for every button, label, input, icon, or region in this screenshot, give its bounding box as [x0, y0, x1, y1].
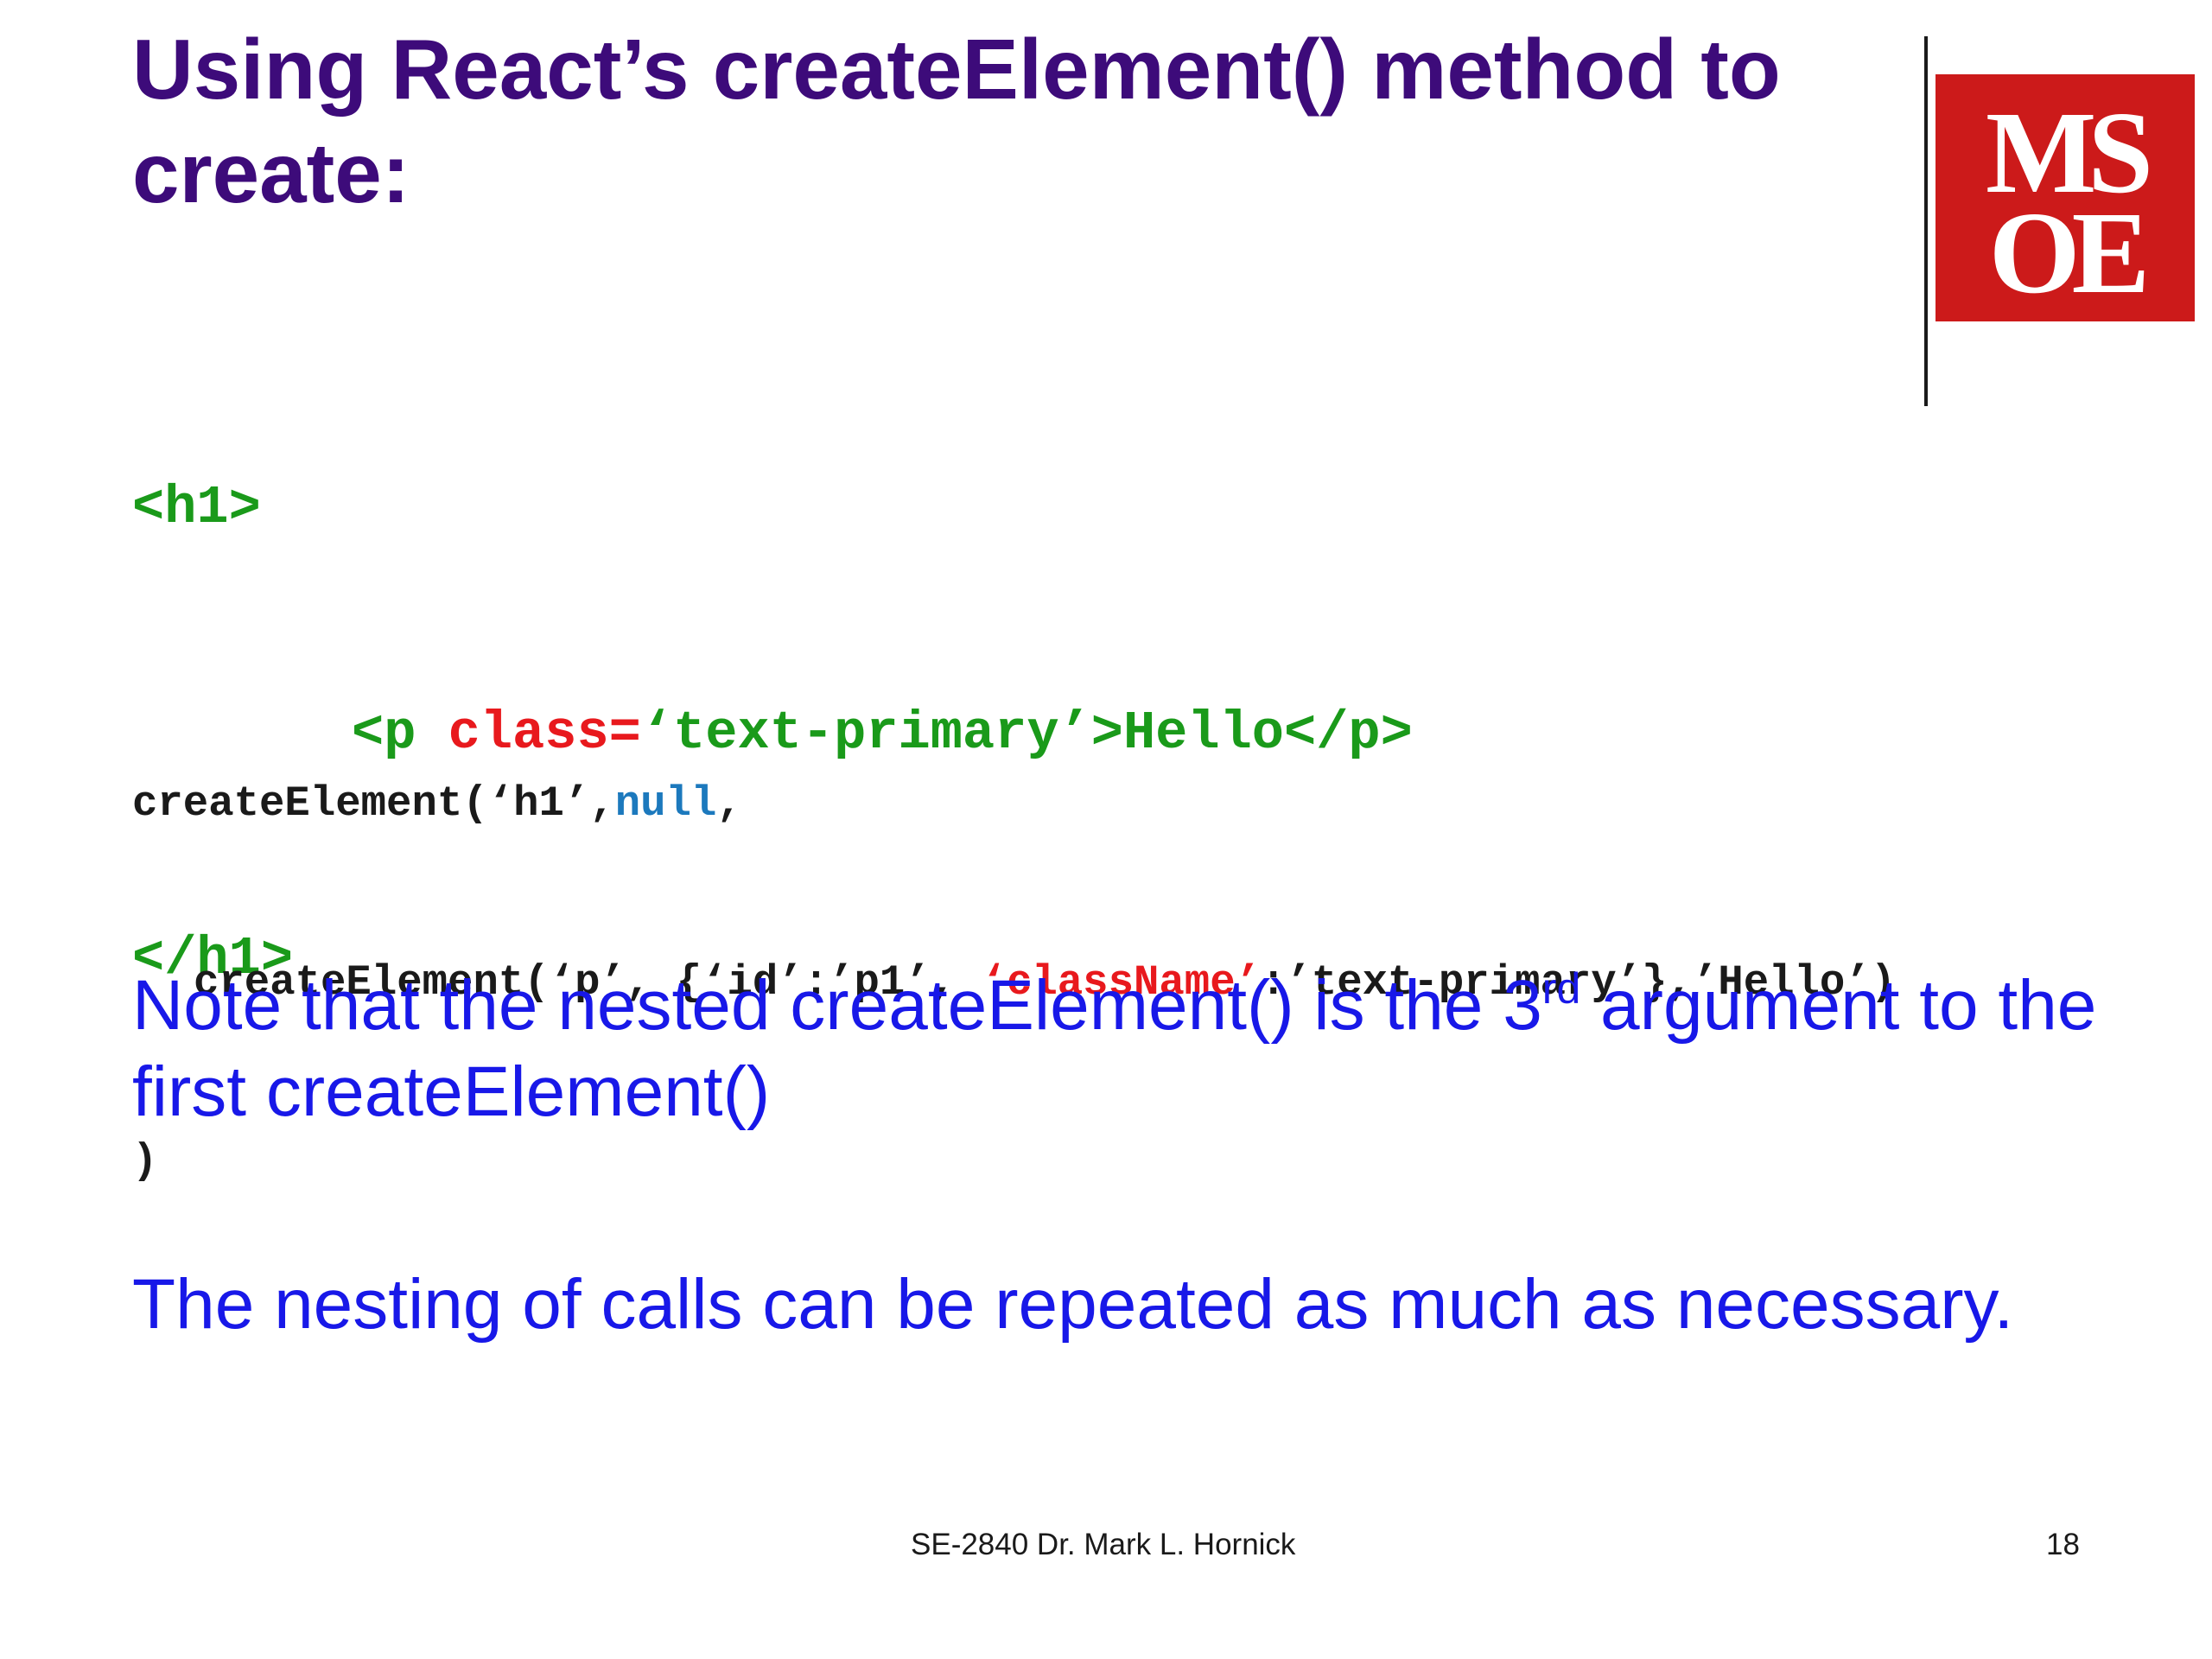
- note-nested-argument: Note that the nested createElement() is …: [132, 963, 2189, 1135]
- js-null-keyword: null: [614, 779, 717, 828]
- note-ordinal-superscript: rd: [1541, 964, 1581, 1013]
- slide-title: Using React’s createElement() method to …: [132, 17, 1860, 225]
- note-text-before-sup: Note that the nested createElement() is …: [132, 966, 1542, 1045]
- note-nesting-repeat: The nesting of calls can be repeated as …: [132, 1265, 2014, 1344]
- logo-letters-bottom: OE: [1989, 188, 2145, 318]
- slide-title-line-1: Using React’s createElement() method to: [132, 22, 1781, 117]
- js-code-block: createElement(‘h1’,null, createElement(‘…: [132, 655, 1896, 1251]
- js-code-line-3: ): [132, 1137, 158, 1185]
- msoe-logo: MS OE: [1936, 74, 2195, 321]
- js-code-line-1: createElement(‘h1’,null,: [132, 774, 1896, 834]
- vertical-divider: [1924, 36, 1928, 406]
- page-number: 18: [2046, 1528, 2080, 1561]
- js-comma: ,: [716, 779, 742, 828]
- js-outer-call: createElement(‘h1’,: [132, 779, 615, 828]
- html-code-line-1: <h1>: [132, 477, 261, 538]
- footer-credit: SE-2840 Dr. Mark L. Hornick: [911, 1528, 1296, 1561]
- slide-title-line-2: create:: [132, 125, 410, 220]
